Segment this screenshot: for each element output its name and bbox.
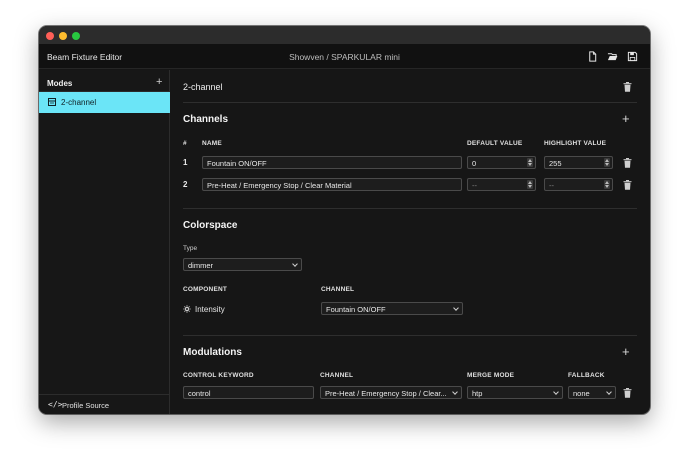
divider [183,335,637,336]
column-header-merge-mode: MERGE MODE [467,372,515,379]
fallback-select[interactable]: none [568,386,616,399]
column-header-highlight: HIGHLIGHT VALUE [544,140,607,147]
highlight-value-stepper[interactable]: -- [544,178,613,191]
colorspace-type-select[interactable]: dimmer [183,258,302,271]
highlight-value: -- [549,181,554,190]
sun-icon [183,305,191,313]
merge-mode-select[interactable]: htp [467,386,563,399]
mode-name: 2-channel [183,82,223,92]
mode-icon [48,98,56,106]
component-header: COMPONENT [183,286,228,293]
type-label: Type [183,245,198,252]
channels-title: Channels [183,114,229,125]
profile-source-label: Profile Source [62,401,110,410]
column-header-channel: CHANNEL [320,372,354,379]
title-bar[interactable] [39,26,650,45]
stepper-arrows-icon[interactable] [604,158,610,167]
column-header-number: # [183,140,187,147]
modulations-title: Modulations [183,347,242,358]
divider [183,102,637,103]
chevron-down-icon [292,261,298,267]
modes-sidebar: Modes + 2-channel </> Profile Source [39,70,170,414]
divider [183,208,637,209]
component-channel-select[interactable]: Fountain ON/OFF [321,302,463,315]
app-window: Beam Fixture Editor Showven / SPARKULAR … [39,26,650,414]
colorspace-title: Colorspace [183,220,238,231]
close-window-button[interactable] [46,32,54,40]
app-header: Beam Fixture Editor Showven / SPARKULAR … [39,45,650,69]
folder-open-icon[interactable] [607,51,618,62]
add-modulation-button[interactable]: + [622,345,630,358]
component-channel-value: Fountain ON/OFF [326,305,386,314]
default-value-stepper[interactable]: -- [467,178,536,191]
delete-channel-trash-icon[interactable] [623,180,632,190]
column-header-default: DEFAULT VALUE [467,140,523,147]
delete-channel-trash-icon[interactable] [623,158,632,168]
stepper-arrows-icon[interactable] [527,158,533,167]
sidebar-item-2-channel[interactable]: 2-channel [39,92,170,113]
highlight-value: 255 [549,159,562,168]
column-header-fallback: FALLBACK [568,372,605,379]
fallback-value: none [573,389,590,398]
component-channel-header: CHANNEL [321,286,355,293]
chevron-down-icon [553,389,559,395]
add-mode-button[interactable]: + [156,76,162,88]
minimize-window-button[interactable] [59,32,67,40]
add-channel-button[interactable]: + [622,112,630,125]
column-header-keyword: CONTROL KEYWORD [183,372,254,379]
modulation-channel-value: Pre-Heat / Emergency Stop / Clear... [325,389,447,398]
chevron-down-icon [606,389,612,395]
channel-name-input[interactable]: Pre-Heat / Emergency Stop / Clear Materi… [202,178,462,191]
column-header-name: NAME [202,140,222,147]
channel-name-input[interactable]: Fountain ON/OFF [202,156,462,169]
default-value: 0 [472,159,477,168]
default-value-stepper[interactable]: 0 [467,156,536,169]
sidebar-item-label: 2-channel [61,98,97,107]
modulation-channel-select[interactable]: Pre-Heat / Emergency Stop / Clear... [320,386,462,399]
delete-mode-trash-icon[interactable] [623,82,632,92]
stepper-arrows-icon[interactable] [604,180,610,189]
channel-number: 1 [183,158,188,167]
default-value: -- [472,181,477,190]
component-name: Intensity [195,305,225,314]
chevron-down-icon [452,389,458,395]
new-file-icon[interactable] [587,51,598,62]
chevron-down-icon [453,305,459,311]
stepper-arrows-icon[interactable] [527,180,533,189]
mode-editor: 2-channel Channels + # NAME DEFAULT VALU… [171,70,650,414]
colorspace-type-value: dimmer [188,261,214,270]
delete-modulation-trash-icon[interactable] [623,388,632,398]
channel-number: 2 [183,180,188,189]
merge-mode-value: htp [472,389,483,398]
control-keyword-input[interactable]: control [183,386,314,399]
highlight-value-stepper[interactable]: 255 [544,156,613,169]
zoom-window-button[interactable] [72,32,80,40]
modes-heading: Modes [47,79,73,88]
profile-source-button[interactable]: </> Profile Source [39,394,170,414]
save-icon[interactable] [627,51,638,62]
document-title: Showven / SPARKULAR mini [289,52,400,62]
code-icon: </> [48,400,63,409]
